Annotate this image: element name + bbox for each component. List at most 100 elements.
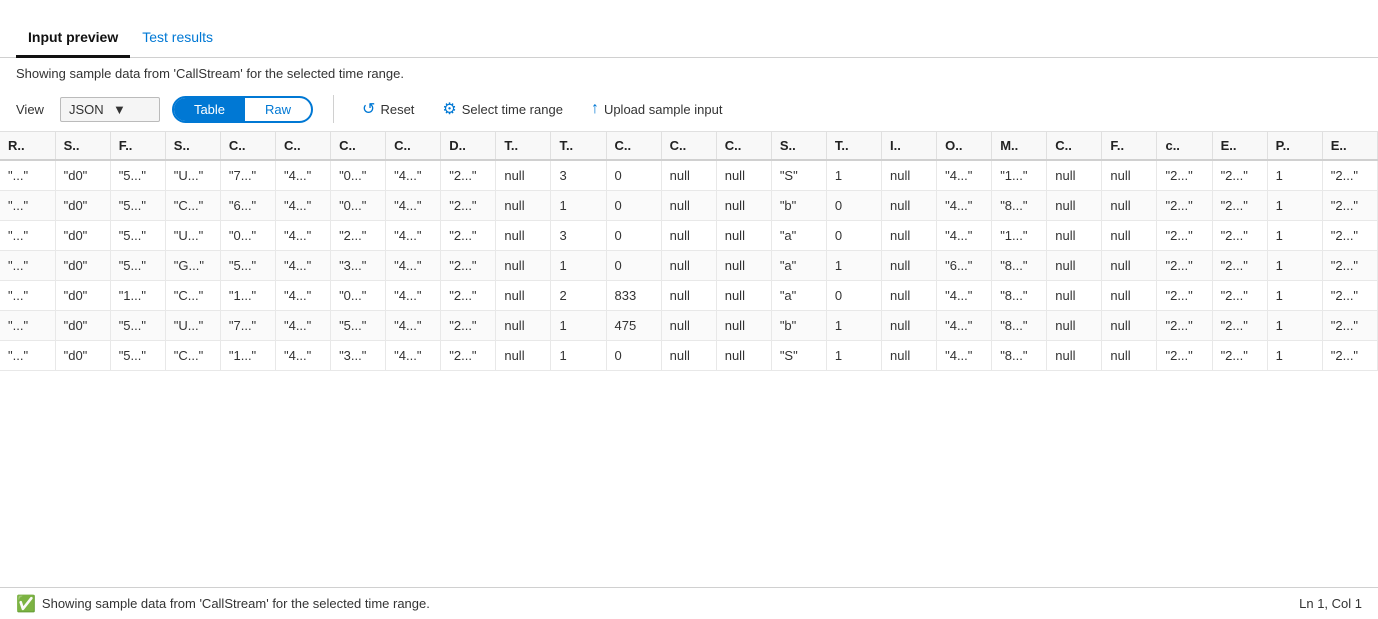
table-cell: "4...": [275, 160, 330, 191]
table-cell: "2...": [1157, 281, 1212, 311]
view-dropdown[interactable]: JSON ▼: [60, 97, 160, 122]
table-cell: "2...": [441, 281, 496, 311]
table-cell: "5...": [110, 221, 165, 251]
tabs-bar: Input preview Test results: [0, 0, 1378, 58]
table-cell: 1: [1267, 281, 1322, 311]
table-cell: "2...": [1212, 341, 1267, 371]
table-cell: 0: [826, 281, 881, 311]
toggle-table-button[interactable]: Table: [174, 98, 245, 121]
table-row[interactable]: "...""d0""5...""C...""1...""4...""3...""…: [0, 341, 1378, 371]
status-bar: ✅ Showing sample data from 'CallStream' …: [0, 587, 1378, 619]
table-cell: "5...": [110, 160, 165, 191]
table-cell: null: [716, 160, 771, 191]
table-cell: "1...": [220, 341, 275, 371]
table-cell: null: [882, 160, 937, 191]
table-container[interactable]: R..S..F..S..C..C..C..C..D..T..T..C..C..C…: [0, 131, 1378, 587]
upload-sample-input-label: Upload sample input: [604, 102, 723, 117]
table-row[interactable]: "...""d0""1...""C...""1...""4...""0...""…: [0, 281, 1378, 311]
table-cell: null: [496, 341, 551, 371]
column-header: C..: [661, 132, 716, 160]
table-row[interactable]: "...""d0""5...""U...""7...""4...""0...""…: [0, 160, 1378, 191]
reset-button[interactable]: ↺ Reset: [354, 95, 422, 123]
table-cell: "d0": [55, 191, 110, 221]
table-cell: null: [496, 191, 551, 221]
table-cell: "8...": [992, 341, 1047, 371]
column-header: D..: [441, 132, 496, 160]
table-cell: "...": [0, 191, 55, 221]
table-cell: 1: [826, 311, 881, 341]
table-cell: "b": [771, 191, 826, 221]
cursor-position: Ln 1, Col 1: [1299, 596, 1362, 611]
table-cell: null: [1047, 160, 1102, 191]
table-cell: 1: [551, 341, 606, 371]
column-header: c..: [1157, 132, 1212, 160]
table-cell: null: [716, 251, 771, 281]
data-table: R..S..F..S..C..C..C..C..D..T..T..C..C..C…: [0, 132, 1378, 371]
chevron-down-icon: ▼: [113, 102, 151, 117]
table-cell: 0: [606, 191, 661, 221]
table-cell: null: [1047, 311, 1102, 341]
tab-input-preview[interactable]: Input preview: [16, 21, 130, 58]
table-cell: null: [1047, 341, 1102, 371]
table-cell: "...": [0, 281, 55, 311]
table-cell: "5...": [220, 251, 275, 281]
table-cell: "8...": [992, 251, 1047, 281]
table-cell: 1: [1267, 221, 1322, 251]
table-cell: "2...": [1212, 191, 1267, 221]
tab-test-results[interactable]: Test results: [130, 21, 225, 58]
table-cell: null: [882, 191, 937, 221]
table-cell: "4...": [386, 191, 441, 221]
table-cell: 0: [606, 251, 661, 281]
table-cell: "...": [0, 221, 55, 251]
column-header: F..: [110, 132, 165, 160]
table-cell: 1: [1267, 191, 1322, 221]
info-bar: Showing sample data from 'CallStream' fo…: [0, 58, 1378, 89]
table-cell: null: [1102, 191, 1157, 221]
column-header: T..: [551, 132, 606, 160]
table-cell: "4...": [386, 221, 441, 251]
table-cell: "d0": [55, 281, 110, 311]
table-cell: "5...": [110, 251, 165, 281]
table-cell: 1: [551, 251, 606, 281]
column-header: E..: [1212, 132, 1267, 160]
upload-sample-input-button[interactable]: ↑ Upload sample input: [583, 96, 731, 122]
status-left: ✅ Showing sample data from 'CallStream' …: [16, 594, 430, 614]
table-cell: "4...": [275, 221, 330, 251]
table-row[interactable]: "...""d0""5...""C...""6...""4...""0...""…: [0, 191, 1378, 221]
select-time-range-button[interactable]: ⚙ Select time range: [434, 95, 571, 123]
column-header: C..: [606, 132, 661, 160]
table-cell: null: [716, 281, 771, 311]
upload-icon: ↑: [591, 100, 599, 118]
table-cell: "4...": [937, 311, 992, 341]
table-cell: "2...": [1157, 251, 1212, 281]
table-cell: "U...": [165, 311, 220, 341]
reset-icon: ↺: [362, 99, 375, 119]
table-row[interactable]: "...""d0""5...""U...""0...""4...""2...""…: [0, 221, 1378, 251]
table-cell: null: [1047, 251, 1102, 281]
table-cell: "2...": [1157, 311, 1212, 341]
table-row[interactable]: "...""d0""5...""G...""5...""4...""3...""…: [0, 251, 1378, 281]
table-cell: "0...": [220, 221, 275, 251]
table-cell: "2...": [441, 251, 496, 281]
table-cell: "5...": [110, 341, 165, 371]
column-header: S..: [165, 132, 220, 160]
table-cell: null: [1047, 191, 1102, 221]
table-cell: "d0": [55, 341, 110, 371]
table-cell: "4...": [275, 311, 330, 341]
table-cell: "0...": [331, 160, 386, 191]
table-cell: null: [496, 251, 551, 281]
toggle-raw-button[interactable]: Raw: [245, 98, 311, 121]
table-cell: "2...": [1322, 191, 1377, 221]
table-cell: null: [1047, 221, 1102, 251]
table-row[interactable]: "...""d0""5...""U...""7...""4...""5...""…: [0, 311, 1378, 341]
table-cell: "a": [771, 221, 826, 251]
status-text: Showing sample data from 'CallStream' fo…: [42, 596, 430, 611]
table-cell: "4...": [386, 341, 441, 371]
column-header: S..: [771, 132, 826, 160]
table-cell: "8...": [992, 191, 1047, 221]
table-cell: "4...": [275, 281, 330, 311]
table-cell: null: [882, 281, 937, 311]
view-label: View: [16, 102, 44, 117]
table-cell: null: [661, 281, 716, 311]
column-header: I..: [882, 132, 937, 160]
